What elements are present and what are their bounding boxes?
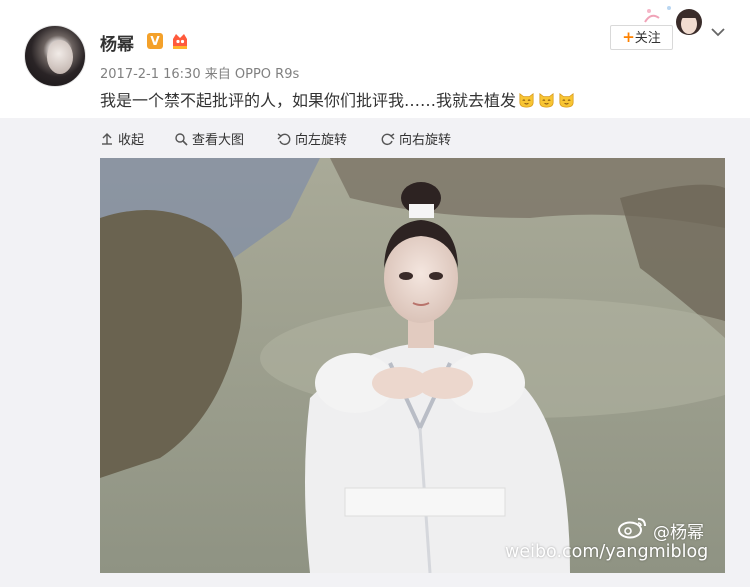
post-text: 我是一个禁不起批评的人，如果你们批评我……我就去植发: [100, 87, 576, 111]
watermark-url: weibo.com/yangmiblog: [505, 542, 709, 562]
username[interactable]: 杨幂: [100, 30, 134, 55]
rotate-right-label: 向右旋转: [399, 133, 452, 148]
plus-icon: +: [622, 28, 635, 46]
avatar-face: [47, 40, 73, 74]
post-meta: 2017-2-1 16:30 来自 OPPO R9s: [100, 63, 299, 82]
cat-emoji-icon: [559, 93, 574, 108]
post-photo[interactable]: [100, 158, 725, 573]
rotate-left-button[interactable]: 向左旋转: [277, 129, 347, 148]
collapse-button[interactable]: 收起: [100, 129, 144, 148]
view-large-label: 查看大图: [192, 133, 245, 148]
post-timestamp[interactable]: 2017-2-1 16:30: [100, 67, 201, 82]
collapse-icon: [102, 132, 112, 145]
rotate-right-icon: [381, 132, 395, 145]
rotate-left-label: 向左旋转: [295, 133, 348, 148]
avatar[interactable]: [24, 25, 86, 87]
post-header: 杨幂 V 2017-2-1 16:30 来自 OPPO R9s 我是一个禁不起批…: [0, 0, 750, 118]
watermark-username: @杨幂: [653, 523, 704, 543]
post-text-body: 我是一个禁不起批评的人，如果你们批评我……我就去植发: [100, 91, 517, 110]
follow-button-label: 关注: [634, 31, 661, 46]
zoom-icon: [175, 132, 188, 146]
member-icon[interactable]: [170, 31, 190, 51]
cat-emoji-icon: [519, 93, 534, 108]
rotate-left-icon: [277, 132, 291, 145]
follow-button[interactable]: +关注: [610, 25, 673, 50]
rotate-right-button[interactable]: 向右旋转: [381, 129, 451, 148]
weibo-logo-icon: [618, 518, 646, 539]
more-chevron-icon[interactable]: [708, 26, 728, 38]
vip-icon[interactable]: V: [147, 33, 163, 49]
view-large-button[interactable]: 查看大图: [174, 129, 244, 148]
collapse-label: 收起: [118, 133, 145, 148]
post-source: 来自 OPPO R9s: [204, 67, 300, 82]
cat-emoji-icon: [539, 93, 554, 108]
